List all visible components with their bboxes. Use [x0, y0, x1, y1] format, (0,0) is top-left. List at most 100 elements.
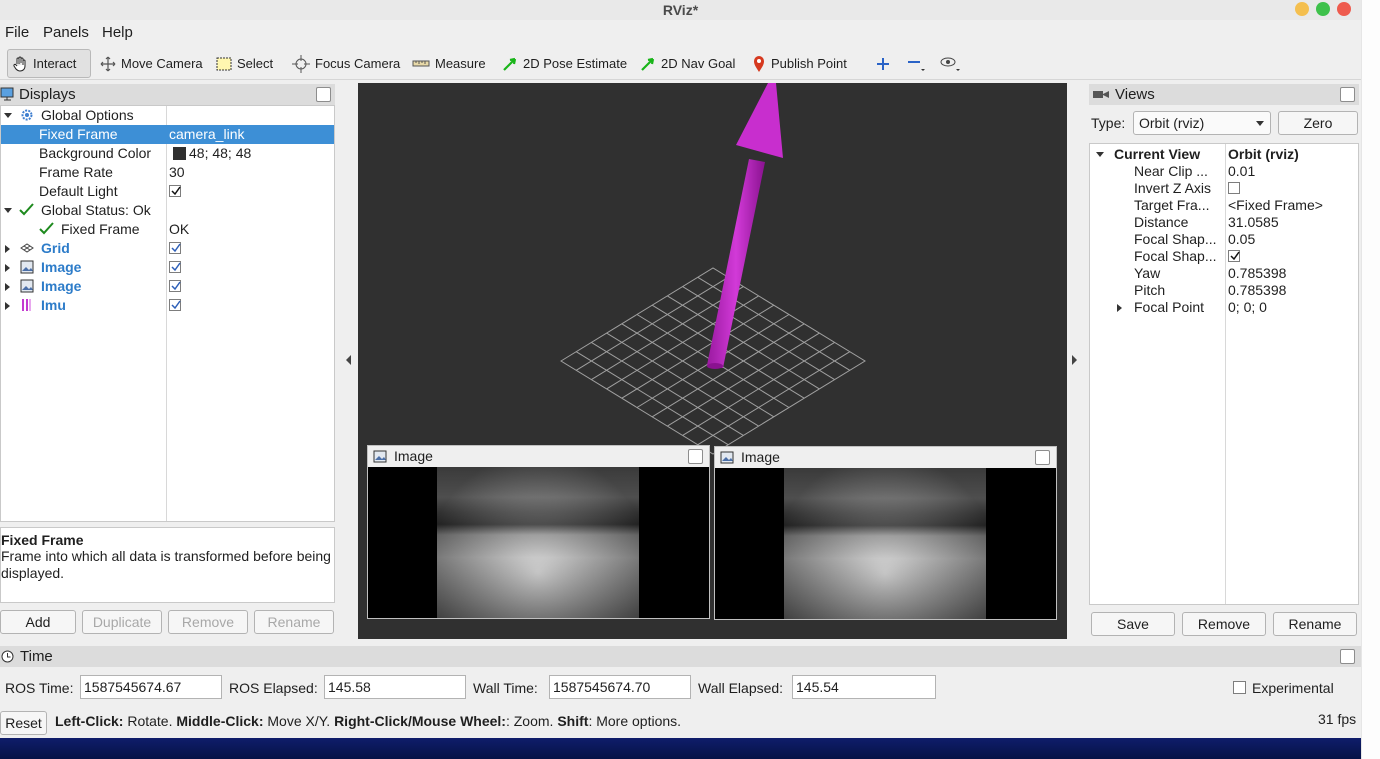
- zero-view-button[interactable]: Zero: [1278, 111, 1358, 135]
- select-tool[interactable]: Select: [212, 49, 277, 78]
- image-icon: [720, 451, 734, 464]
- duplicate-display-button[interactable]: Duplicate: [82, 610, 162, 634]
- image-panel-undock-button[interactable]: [1035, 450, 1050, 465]
- view-prop-value[interactable]: 31.0585: [1228, 214, 1279, 231]
- collapse-left-handle[interactable]: [346, 355, 351, 365]
- default-light-checkbox[interactable]: [169, 185, 181, 197]
- rename-display-button[interactable]: Rename: [254, 610, 334, 634]
- expand-arrow-icon[interactable]: [5, 245, 10, 253]
- view-prop-value[interactable]: 0; 0; 0: [1228, 299, 1267, 316]
- property-description: Fixed Frame Frame into which all data is…: [0, 527, 335, 603]
- remove-view-button[interactable]: Remove: [1182, 612, 1266, 636]
- image-1-enabled-checkbox[interactable]: [169, 261, 181, 273]
- render-viewport[interactable]: Image Image: [358, 83, 1067, 639]
- expand-arrow-icon[interactable]: [5, 302, 10, 310]
- wall-elapsed-field[interactable]: 145.54: [792, 675, 936, 699]
- imu-enabled-checkbox[interactable]: [169, 299, 181, 311]
- current-view-row[interactable]: Current View Orbit (rviz): [1090, 146, 1358, 163]
- view-prop-value[interactable]: 0.785398: [1228, 282, 1286, 299]
- status-bar: Reset Left-Click: Rotate. Middle-Click: …: [0, 709, 1361, 735]
- tree-row-grid[interactable]: Grid: [1, 239, 334, 258]
- close-button[interactable]: [1337, 2, 1351, 16]
- ros-elapsed-field[interactable]: 145.58: [324, 675, 466, 699]
- maximize-button[interactable]: [1316, 2, 1330, 16]
- background-color-value[interactable]: 48; 48; 48: [189, 144, 251, 163]
- interact-label: Interact: [33, 56, 77, 71]
- views-title: Views: [1115, 86, 1155, 103]
- experimental-checkbox[interactable]: [1233, 681, 1246, 694]
- save-view-button[interactable]: Save: [1091, 612, 1175, 636]
- view-prop-row[interactable]: Near Clip ... 0.01: [1090, 163, 1358, 180]
- views-header: Views: [1089, 84, 1359, 105]
- remove-display-button[interactable]: Remove: [168, 610, 248, 634]
- view-tool-button[interactable]: [938, 54, 962, 74]
- gear-icon: [21, 109, 33, 121]
- view-prop-row[interactable]: Pitch 0.785398: [1090, 282, 1358, 299]
- menu-help[interactable]: Help: [102, 24, 133, 41]
- views-undock-button[interactable]: [1340, 87, 1355, 102]
- image-2-enabled-checkbox[interactable]: [169, 280, 181, 292]
- remove-tool-button[interactable]: [904, 54, 928, 74]
- collapse-arrow-icon[interactable]: [4, 208, 12, 213]
- tree-row-frame-rate[interactable]: Frame Rate 30: [1, 163, 334, 182]
- collapse-right-handle[interactable]: [1072, 355, 1077, 365]
- menu-file[interactable]: File: [5, 24, 29, 41]
- rename-view-button[interactable]: Rename: [1273, 612, 1357, 636]
- tree-row-global-options[interactable]: Global Options: [1, 106, 334, 125]
- view-prop-row[interactable]: Focal Shap... 0.05: [1090, 231, 1358, 248]
- view-prop-row[interactable]: Focal Point 0; 0; 0: [1090, 299, 1358, 316]
- tree-row-image-2[interactable]: Image: [1, 277, 334, 296]
- check-icon: [171, 281, 181, 291]
- time-undock-button[interactable]: [1340, 649, 1355, 664]
- expand-arrow-icon[interactable]: [1117, 304, 1122, 312]
- reset-button[interactable]: Reset: [0, 711, 47, 735]
- publish-point-tool[interactable]: Publish Point: [748, 49, 851, 78]
- focus-camera-tool[interactable]: Focus Camera: [288, 49, 404, 78]
- collapse-arrow-icon[interactable]: [1096, 152, 1104, 157]
- image-panel-undock-button[interactable]: [688, 449, 703, 464]
- tree-row-fixed-frame[interactable]: Fixed Frame camera_link: [1, 125, 334, 144]
- frame-rate-value[interactable]: 30: [169, 163, 185, 182]
- view-prop-value[interactable]: 0.05: [1228, 231, 1255, 248]
- view-type-label: Type:: [1091, 115, 1126, 131]
- tree-row-background-color[interactable]: Background Color 48; 48; 48: [1, 144, 334, 163]
- ros-time-field[interactable]: 1587545674.67: [80, 675, 222, 699]
- tree-row-imu[interactable]: Imu: [1, 296, 334, 315]
- menu-panels[interactable]: Panels: [43, 24, 89, 41]
- tree-row-fixed-frame-status[interactable]: Fixed Frame OK: [1, 220, 334, 239]
- tree-row-image-1[interactable]: Image: [1, 258, 334, 277]
- interact-tool[interactable]: Interact: [7, 49, 91, 78]
- nav-goal-tool[interactable]: 2D Nav Goal: [636, 49, 739, 78]
- hint-text: : Zoom.: [505, 713, 558, 729]
- color-swatch[interactable]: [173, 147, 186, 160]
- view-prop-row[interactable]: Distance 31.0585: [1090, 214, 1358, 231]
- expand-arrow-icon[interactable]: [5, 283, 10, 291]
- tree-row-global-status[interactable]: Global Status: Ok: [1, 201, 334, 220]
- view-prop-row[interactable]: Target Fra... <Fixed Frame>: [1090, 197, 1358, 214]
- displays-title: Displays: [19, 86, 76, 103]
- view-prop-row[interactable]: Focal Shap...: [1090, 248, 1358, 265]
- view-prop-value[interactable]: 0.785398: [1228, 265, 1286, 282]
- collapse-arrow-icon[interactable]: [4, 113, 12, 118]
- focal-shape-checkbox[interactable]: [1228, 250, 1240, 262]
- view-prop-row[interactable]: Invert Z Axis: [1090, 180, 1358, 197]
- pose-estimate-tool[interactable]: 2D Pose Estimate: [498, 49, 631, 78]
- invert-z-checkbox[interactable]: [1228, 182, 1240, 194]
- view-prop-value[interactable]: 0.01: [1228, 163, 1255, 180]
- expand-arrow-icon[interactable]: [5, 264, 10, 272]
- view-prop-row[interactable]: Yaw 0.785398: [1090, 265, 1358, 282]
- minimize-button[interactable]: [1295, 2, 1309, 16]
- tree-row-default-light[interactable]: Default Light: [1, 182, 334, 201]
- displays-undock-button[interactable]: [316, 87, 331, 102]
- view-prop-value[interactable]: <Fixed Frame>: [1228, 197, 1323, 214]
- view-type-select[interactable]: Orbit (rviz): [1133, 111, 1271, 135]
- fixed-frame-value[interactable]: camera_link: [169, 125, 244, 144]
- measure-tool[interactable]: Measure: [408, 49, 490, 78]
- add-display-button[interactable]: Add: [0, 610, 76, 634]
- grid-enabled-checkbox[interactable]: [169, 242, 181, 254]
- move-camera-tool[interactable]: Move Camera: [96, 49, 207, 78]
- check-icon: [171, 186, 181, 196]
- wall-time-field[interactable]: 1587545674.70: [549, 675, 691, 699]
- move-camera-icon: [100, 56, 116, 71]
- add-tool-button[interactable]: [871, 54, 895, 74]
